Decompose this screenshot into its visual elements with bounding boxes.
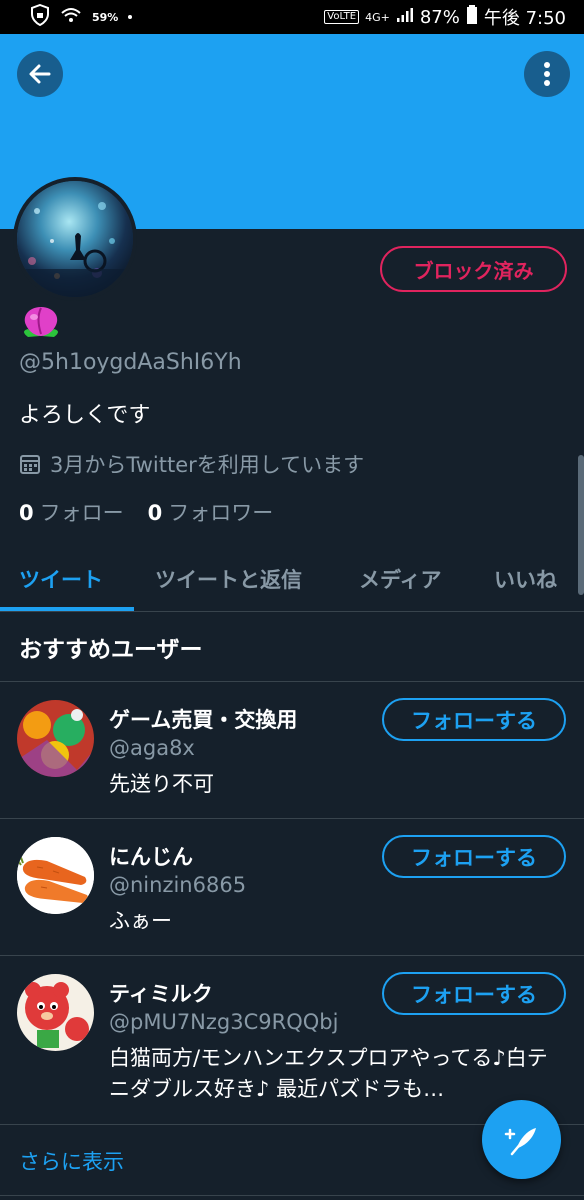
user-handle: @ninzin6865	[109, 873, 247, 897]
follow-button[interactable]: フォローする	[382, 698, 566, 741]
user-handle: @aga8x	[109, 736, 195, 760]
scrollbar[interactable]	[578, 455, 584, 595]
battery-saver-text: 59%	[92, 10, 119, 24]
joined-date: 3月からTwitterを利用しています	[19, 449, 364, 479]
user-name: にんじん	[109, 845, 193, 869]
back-button[interactable]	[17, 51, 63, 97]
tab-media[interactable]: メディア	[359, 564, 442, 594]
avatar-image	[17, 700, 94, 777]
network-type: 4G+	[365, 10, 390, 24]
profile-bio: よろしくです	[19, 403, 151, 428]
following-link[interactable]: 0 フォロー	[19, 497, 124, 527]
divider	[0, 1195, 584, 1196]
calendar-icon	[20, 455, 40, 474]
list-item[interactable]: にんじん @ninzin6865 ふぁー フォローする	[0, 819, 584, 955]
user-name: ティミルク	[109, 982, 213, 1006]
signal-icon	[396, 7, 414, 28]
follow-counts: 0 フォロー 0 フォロワー	[19, 497, 273, 527]
tab-tweets[interactable]: ツイート	[19, 564, 103, 594]
status-bar: 59% VoLTE 4G+ 87% 午後 7:50	[0, 0, 584, 34]
following-label: フォロー	[39, 501, 124, 525]
wifi-calling-icon	[60, 6, 82, 29]
notification-dot-icon	[128, 15, 133, 19]
tab-tweets-replies[interactable]: ツイートと返信	[155, 564, 302, 594]
followers-count: 0	[147, 501, 163, 525]
profile-handle: @5h1oygdAaShI6Yh	[19, 350, 242, 375]
blocked-button[interactable]: ブロック済み	[380, 246, 567, 292]
battery-percent: 87%	[419, 6, 460, 28]
avatar-image	[17, 837, 94, 914]
following-count: 0	[19, 501, 34, 525]
arrow-left-icon	[29, 64, 51, 84]
list-item[interactable]: ティミルク @pMU7Nzg3C9RQQbj 白猫両方/モンハンエクスプロアやっ…	[0, 956, 584, 1124]
follow-button[interactable]: フォローする	[382, 972, 566, 1015]
user-bio: 白猫両方/モンハンエクスプロアやってる♪白テニダブルス好き♪ 最近パズドラも…	[109, 1046, 548, 1101]
active-tab-indicator	[0, 607, 134, 611]
profile-avatar[interactable]	[13, 177, 137, 301]
recommended-users-title: おすすめユーザー	[19, 637, 203, 663]
avatar-image	[17, 974, 94, 1051]
peach-icon	[18, 303, 64, 343]
tab-likes[interactable]: いいね	[494, 564, 557, 594]
avatar-image	[17, 181, 133, 297]
avatar[interactable]	[17, 837, 94, 914]
profile-tabs: ツイート ツイートと返信 メディア いいね	[0, 552, 584, 612]
clock: 午後 7:50	[483, 8, 566, 29]
joined-text: 3月からTwitterを利用しています	[50, 453, 365, 477]
compose-tweet-button[interactable]	[482, 1100, 561, 1179]
user-name: ゲーム売買・交換用	[109, 708, 298, 732]
volte-badge: VoLTE	[324, 10, 360, 24]
vertical-dots-icon	[544, 62, 550, 86]
show-more-link[interactable]: さらに表示	[19, 1146, 124, 1176]
list-item[interactable]: ゲーム売買・交換用 @aga8x 先送り不可 フォローする	[0, 682, 584, 818]
more-options-button[interactable]	[524, 51, 570, 97]
user-bio: ふぁー	[109, 909, 172, 933]
followers-link[interactable]: 0 フォロワー	[148, 497, 274, 527]
user-handle: @pMU7Nzg3C9RQQbj	[109, 1010, 339, 1034]
followers-label: フォロワー	[168, 501, 274, 525]
avatar[interactable]	[17, 700, 94, 777]
shield-icon	[30, 3, 50, 31]
user-bio: 先送り不可	[109, 772, 214, 796]
follow-button[interactable]: フォローする	[382, 835, 566, 878]
battery-icon	[466, 4, 478, 30]
compose-feather-icon	[504, 1127, 536, 1155]
avatar[interactable]	[17, 974, 94, 1051]
